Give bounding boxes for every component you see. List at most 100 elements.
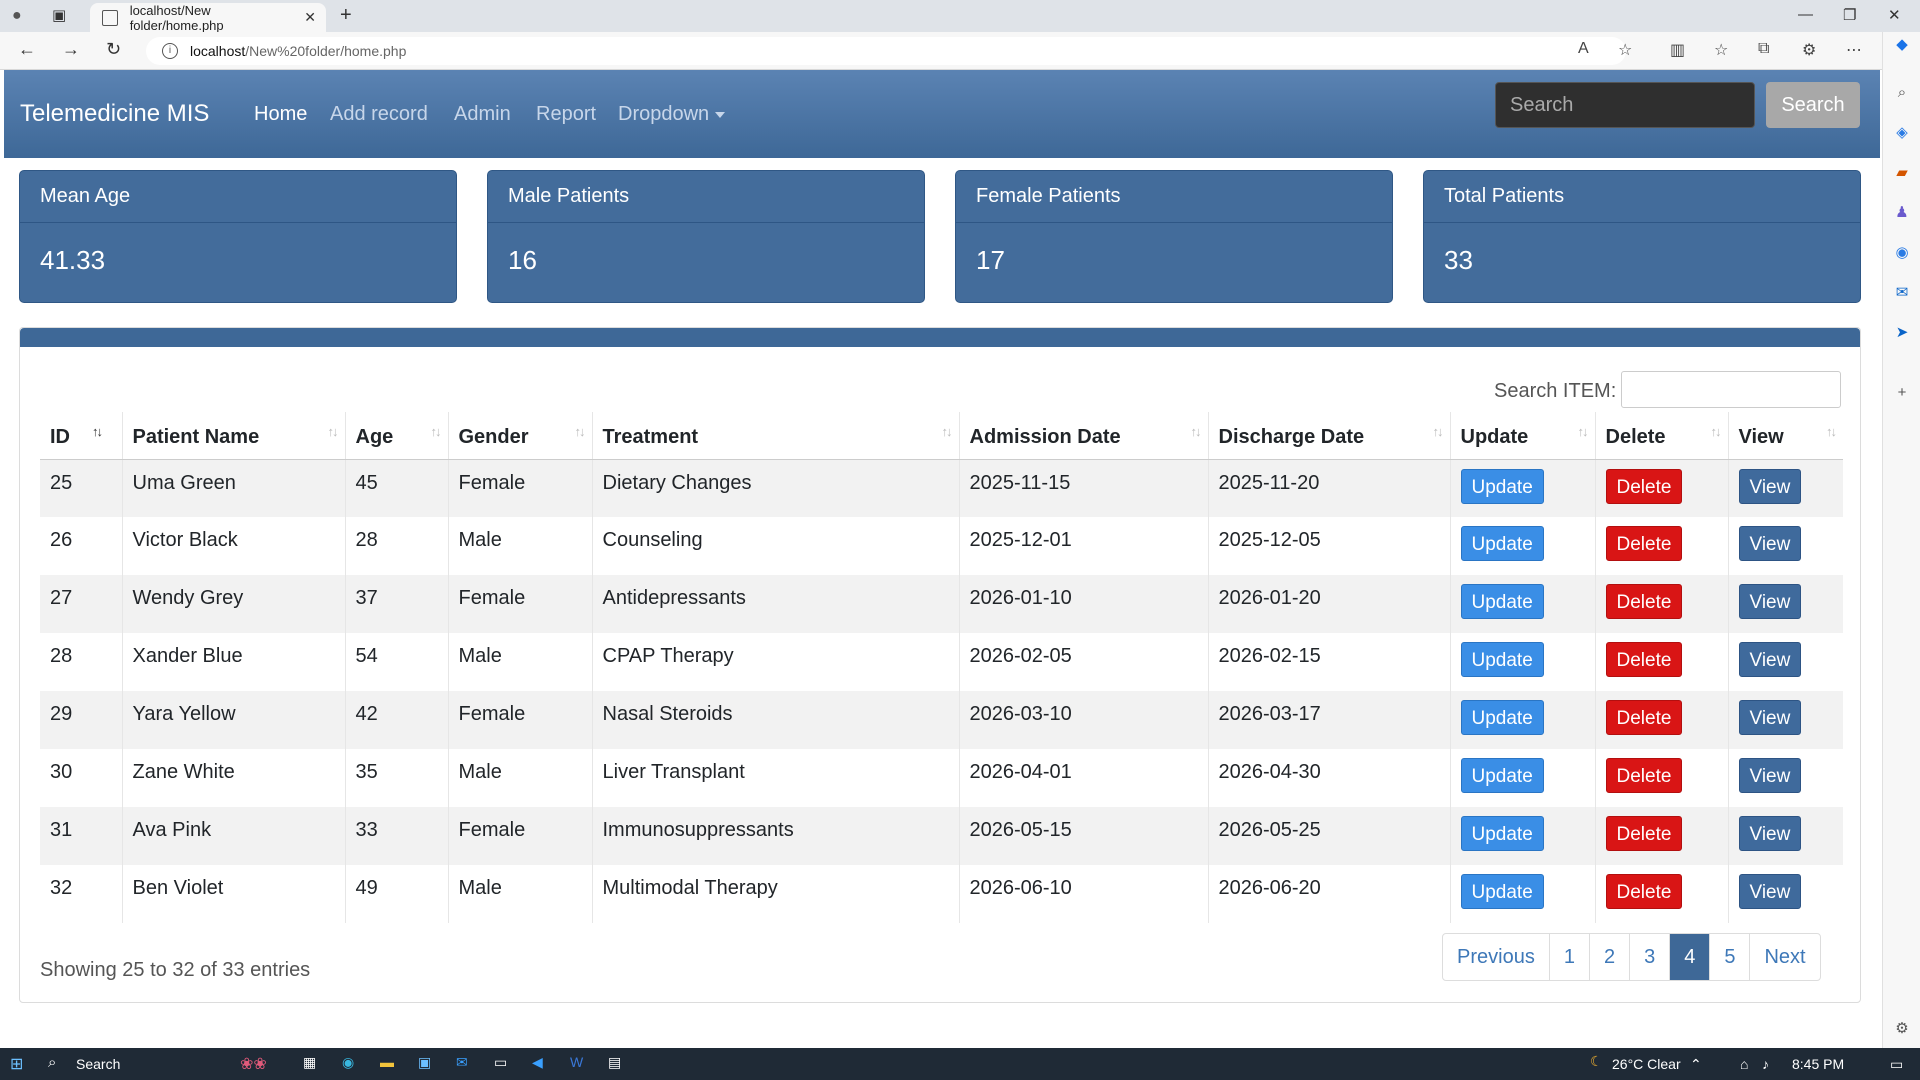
delete-button[interactable]: Delete	[1605, 642, 1683, 677]
notifications-icon[interactable]: ▭	[1890, 1056, 1903, 1073]
refresh-icon[interactable]: ↻	[106, 39, 121, 60]
add-icon[interactable]: +	[1893, 384, 1911, 402]
office-icon[interactable]: ◉	[1893, 244, 1911, 262]
more-icon[interactable]: ⋯	[1846, 40, 1862, 60]
calculator-icon[interactable]: ▤	[608, 1054, 621, 1071]
col-admission-date[interactable]: Admission Date ↑↓	[958, 412, 1208, 460]
view-button[interactable]: View	[1738, 874, 1802, 909]
favorite-star-icon[interactable]: ☆	[1618, 40, 1632, 60]
toolbox-icon[interactable]: ▰	[1893, 164, 1911, 182]
view-button[interactable]: View	[1738, 642, 1802, 677]
view-button[interactable]: View	[1738, 816, 1802, 851]
update-button[interactable]: Update	[1460, 468, 1544, 504]
terminal-icon[interactable]: ▭	[494, 1054, 507, 1071]
copilot-icon[interactable]: ◆	[1893, 36, 1911, 54]
browser-tab[interactable]: localhost/New folder/home.php ✕	[90, 3, 326, 33]
nav-report[interactable]: Report	[536, 103, 596, 126]
settings-icon[interactable]: ⚙	[1893, 1020, 1911, 1038]
update-button[interactable]: Update	[1460, 526, 1544, 561]
word-icon[interactable]: W	[570, 1054, 583, 1070]
back-icon[interactable]: ←	[18, 39, 36, 60]
col-update[interactable]: Update ↑↓	[1449, 412, 1595, 460]
view-button[interactable]: View	[1738, 700, 1802, 735]
view-button[interactable]: View	[1738, 584, 1802, 619]
games-icon[interactable]: ♟	[1893, 204, 1911, 222]
windows-start-icon[interactable]: ⊞	[10, 1054, 23, 1074]
page-button[interactable]: 3	[1629, 934, 1669, 980]
restore-icon[interactable]: ❐	[1843, 6, 1856, 24]
brand[interactable]: Telemedicine MIS	[20, 100, 209, 128]
vscode-icon[interactable]: ◀	[532, 1054, 543, 1071]
volume-icon[interactable]: ♪	[1762, 1056, 1769, 1072]
delete-button[interactable]: Delete	[1605, 584, 1683, 619]
delete-button[interactable]: Delete	[1605, 526, 1683, 561]
next-page-button[interactable]: Next	[1749, 934, 1819, 980]
page-button[interactable]: 5	[1709, 934, 1749, 980]
page-button[interactable]: 4	[1669, 934, 1710, 980]
view-button[interactable]: View	[1738, 526, 1802, 561]
page-button[interactable]: 2	[1588, 934, 1629, 980]
page-button[interactable]: 1	[1548, 934, 1589, 980]
read-aloud-icon[interactable]: A	[1578, 40, 1589, 58]
close-tab-icon[interactable]: ✕	[304, 9, 316, 26]
col-discharge-date[interactable]: Discharge Date ↑↓	[1207, 412, 1450, 460]
tag-icon[interactable]: ◈	[1893, 124, 1911, 142]
split-screen-icon[interactable]: ▥	[1670, 40, 1685, 60]
file-explorer-icon[interactable]: ▬	[380, 1054, 394, 1070]
send-icon[interactable]: ➤	[1893, 324, 1911, 342]
cell-delete: Delete	[1594, 517, 1728, 575]
profile-icon[interactable]: ●	[12, 7, 22, 25]
task-view-icon[interactable]: ▦	[303, 1054, 316, 1071]
site-info-icon[interactable]: i	[162, 43, 178, 59]
delete-button[interactable]: Delete	[1605, 758, 1683, 793]
update-button[interactable]: Update	[1460, 816, 1544, 851]
col-treatment[interactable]: Treatment ↑↓	[591, 412, 959, 460]
clock[interactable]: 8:45 PM	[1792, 1056, 1844, 1072]
tray-chevron-icon[interactable]: ⌃	[1690, 1056, 1702, 1073]
col-age[interactable]: Age ↑↓	[344, 412, 448, 460]
tab-actions-icon[interactable]: ▣	[52, 6, 66, 24]
search-icon[interactable]: ⌕	[1893, 84, 1911, 102]
nav-home[interactable]: Home	[254, 103, 307, 126]
nav-dropdown[interactable]: Dropdown	[618, 103, 726, 126]
update-button[interactable]: Update	[1460, 758, 1544, 793]
url-input[interactable]: i localhost/New%20folder/home.php	[146, 37, 1626, 65]
update-button[interactable]: Update	[1460, 700, 1544, 735]
store-icon[interactable]: ▣	[418, 1054, 431, 1071]
col-view[interactable]: View ↑↓	[1727, 412, 1843, 460]
taskbar-search[interactable]: Search	[76, 1056, 120, 1072]
nav-search-button[interactable]: Search	[1766, 82, 1860, 128]
nav-admin[interactable]: Admin	[454, 103, 511, 126]
update-button[interactable]: Update	[1460, 584, 1544, 619]
extensions-icon[interactable]: ⚙	[1802, 40, 1816, 60]
minimize-icon[interactable]: —	[1798, 6, 1813, 23]
col-delete[interactable]: Delete ↑↓	[1594, 412, 1728, 460]
previous-page-button[interactable]: Previous	[1443, 934, 1549, 980]
forward-icon[interactable]: →	[62, 39, 80, 60]
edge-app-icon[interactable]: ◉	[342, 1054, 354, 1071]
network-icon[interactable]: ⌂	[1740, 1056, 1748, 1072]
taskbar-search-icon[interactable]: ⌕	[48, 1054, 56, 1071]
close-window-icon[interactable]: ✕	[1888, 6, 1901, 24]
delete-button[interactable]: Delete	[1605, 816, 1683, 851]
cell-view: View	[1727, 749, 1843, 807]
delete-button[interactable]: Delete	[1605, 874, 1683, 909]
col-id[interactable]: ID ↑↓	[40, 412, 122, 460]
col-gender[interactable]: Gender ↑↓	[447, 412, 592, 460]
collections-icon[interactable]: ⧉	[1758, 40, 1769, 58]
nav-add-record[interactable]: Add record	[330, 103, 428, 126]
table-search-input[interactable]	[1621, 371, 1841, 408]
new-tab-icon[interactable]: +	[340, 4, 352, 27]
nav-search-input[interactable]: Search	[1495, 82, 1755, 128]
outlook-icon[interactable]: ✉	[1893, 284, 1911, 302]
favorites-icon[interactable]: ☆	[1714, 40, 1728, 60]
view-button[interactable]: View	[1738, 468, 1802, 504]
delete-button[interactable]: Delete	[1605, 700, 1683, 735]
delete-button[interactable]: Delete	[1605, 468, 1683, 504]
update-button[interactable]: Update	[1460, 874, 1544, 909]
col-patient-name[interactable]: Patient Name ↑↓	[121, 412, 345, 460]
view-button[interactable]: View	[1738, 758, 1802, 793]
mail-icon[interactable]: ✉	[456, 1054, 468, 1071]
weather-text[interactable]: 26°C Clear	[1612, 1056, 1681, 1072]
update-button[interactable]: Update	[1460, 642, 1544, 677]
